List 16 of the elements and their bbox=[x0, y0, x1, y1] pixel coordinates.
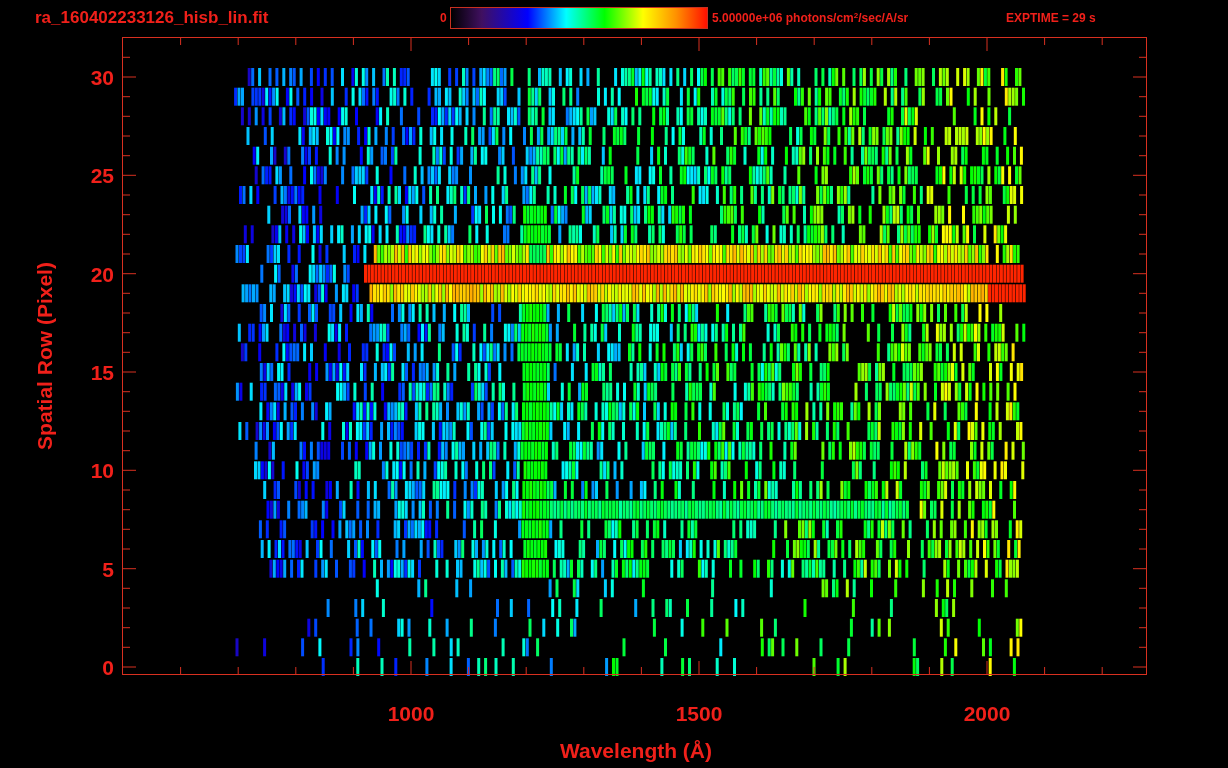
tick-label: 30 bbox=[90, 66, 114, 89]
tick-label: 2000 bbox=[963, 702, 1011, 725]
tick-label: 1000 bbox=[387, 702, 435, 725]
colorbar-max-label: 5.00000e+06 photons/cm$^{2}$/sec/A/sr bbox=[711, 9, 910, 27]
tick-label: 1500 bbox=[675, 702, 723, 725]
tick-label: 10 bbox=[90, 459, 114, 483]
file-title: ra_160402233126_hisb_lin.fit bbox=[34, 6, 270, 29]
axis-title: Spatial Row (Pixel) bbox=[33, 262, 56, 450]
colorbar-min-label: 0 bbox=[440, 9, 448, 27]
tick-label: 25 bbox=[90, 164, 114, 188]
tick-label: 0 bbox=[102, 656, 114, 679]
tick-label: 20 bbox=[90, 262, 114, 286]
axis-title: Wavelength (Å) bbox=[559, 739, 713, 762]
tick-label: 15 bbox=[90, 361, 114, 384]
tick-label: 5 bbox=[102, 557, 114, 581]
exposure-label: EXPTIME = 29 s bbox=[1006, 9, 1096, 27]
